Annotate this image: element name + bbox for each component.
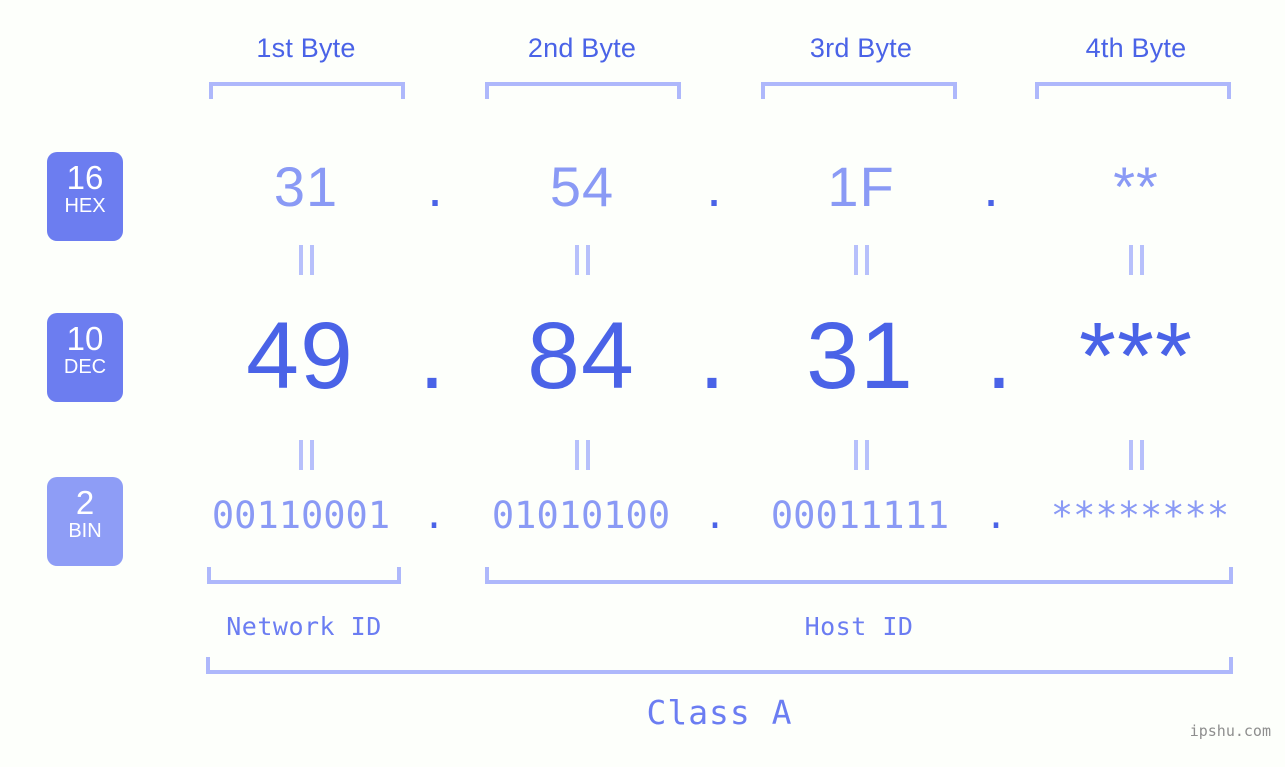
equals-bar (298, 440, 303, 470)
equals-bar (1139, 440, 1144, 470)
bin-byte-2: 01010100 (491, 494, 671, 537)
equals-symbol-dec-bin-4 (1006, 440, 1266, 470)
hex-dot-2: . (706, 155, 722, 218)
dec-byte-4: *** (1079, 303, 1193, 409)
hex-dot-3: . (983, 155, 999, 218)
class-label: Class A (646, 693, 793, 732)
hex-byte-2: 54 (549, 155, 615, 218)
bin-dot-1: . (422, 494, 446, 537)
equals-bar (864, 245, 869, 275)
equals-bar (853, 440, 858, 470)
bin-dot-3: . (984, 494, 1008, 537)
equals-bar (1128, 440, 1133, 470)
byte-bracket-1 (209, 82, 405, 99)
bin-byte-4: ******** (1050, 494, 1230, 537)
site-watermark: ipshu.com (1189, 722, 1271, 740)
bin-byte-1: 00110001 (211, 494, 391, 537)
byte-header-4: 4th Byte (1085, 33, 1187, 63)
equals-bar (1139, 245, 1144, 275)
byte-bracket-4 (1035, 82, 1231, 99)
equals-symbol-hex-dec-1 (176, 245, 436, 275)
hex-byte-3: 1F (827, 155, 895, 218)
radix-badge-dec-number: 10 (66, 320, 104, 357)
radix-badge-bin-number: 2 (75, 484, 95, 521)
radix-badge-bin: 2 BIN (47, 477, 123, 566)
radix-badge-hex: 16 HEX (47, 152, 123, 241)
radix-badge-dec-abbr: DEC (63, 356, 107, 378)
class-bracket (206, 657, 1233, 674)
byte-header-2: 2nd Byte (527, 33, 637, 63)
radix-badge-hex-number: 16 (66, 159, 104, 196)
dec-byte-1: 49 (246, 303, 354, 409)
equals-symbol-dec-bin-2 (452, 440, 712, 470)
equals-bar (585, 440, 590, 470)
bin-byte-3: 00011111 (770, 494, 950, 537)
dec-byte-3: 31 (806, 303, 914, 409)
ip-breakdown-diagram: 1st Byte 2nd Byte 3rd Byte 4th Byte 16 H… (0, 0, 1285, 767)
equals-bar (585, 245, 590, 275)
radix-badge-dec: 10 DEC (47, 313, 123, 402)
byte-header-1: 1st Byte (256, 33, 356, 63)
equals-symbol-dec-bin-1 (176, 440, 436, 470)
host-id-label: Host ID (804, 612, 914, 641)
radix-badge-hex-abbr: HEX (64, 195, 106, 217)
equals-symbol-hex-dec-4 (1006, 245, 1266, 275)
equals-bar (574, 440, 579, 470)
hex-byte-4: ** (1113, 155, 1159, 218)
radix-badge-bin-abbr: BIN (68, 520, 102, 542)
dec-dot-1: . (418, 303, 446, 409)
equals-bar (298, 245, 303, 275)
equals-bar (574, 245, 579, 275)
hex-byte-1: 31 (273, 155, 339, 218)
host-id-bracket (485, 567, 1233, 584)
equals-bar (309, 440, 314, 470)
byte-bracket-2 (485, 82, 681, 99)
equals-bar (864, 440, 869, 470)
equals-bar (1128, 245, 1133, 275)
byte-header-3: 3rd Byte (809, 33, 913, 63)
network-id-bracket (207, 567, 401, 584)
dec-dot-2: . (698, 303, 726, 409)
equals-symbol-hex-dec-2 (452, 245, 712, 275)
dec-byte-2: 84 (527, 303, 635, 409)
byte-bracket-3 (761, 82, 957, 99)
network-id-label: Network ID (226, 612, 382, 641)
equals-bar (853, 245, 858, 275)
equals-bar (309, 245, 314, 275)
equals-symbol-dec-bin-3 (731, 440, 991, 470)
hex-dot-1: . (427, 155, 443, 218)
bin-dot-2: . (703, 494, 727, 537)
equals-symbol-hex-dec-3 (731, 245, 991, 275)
